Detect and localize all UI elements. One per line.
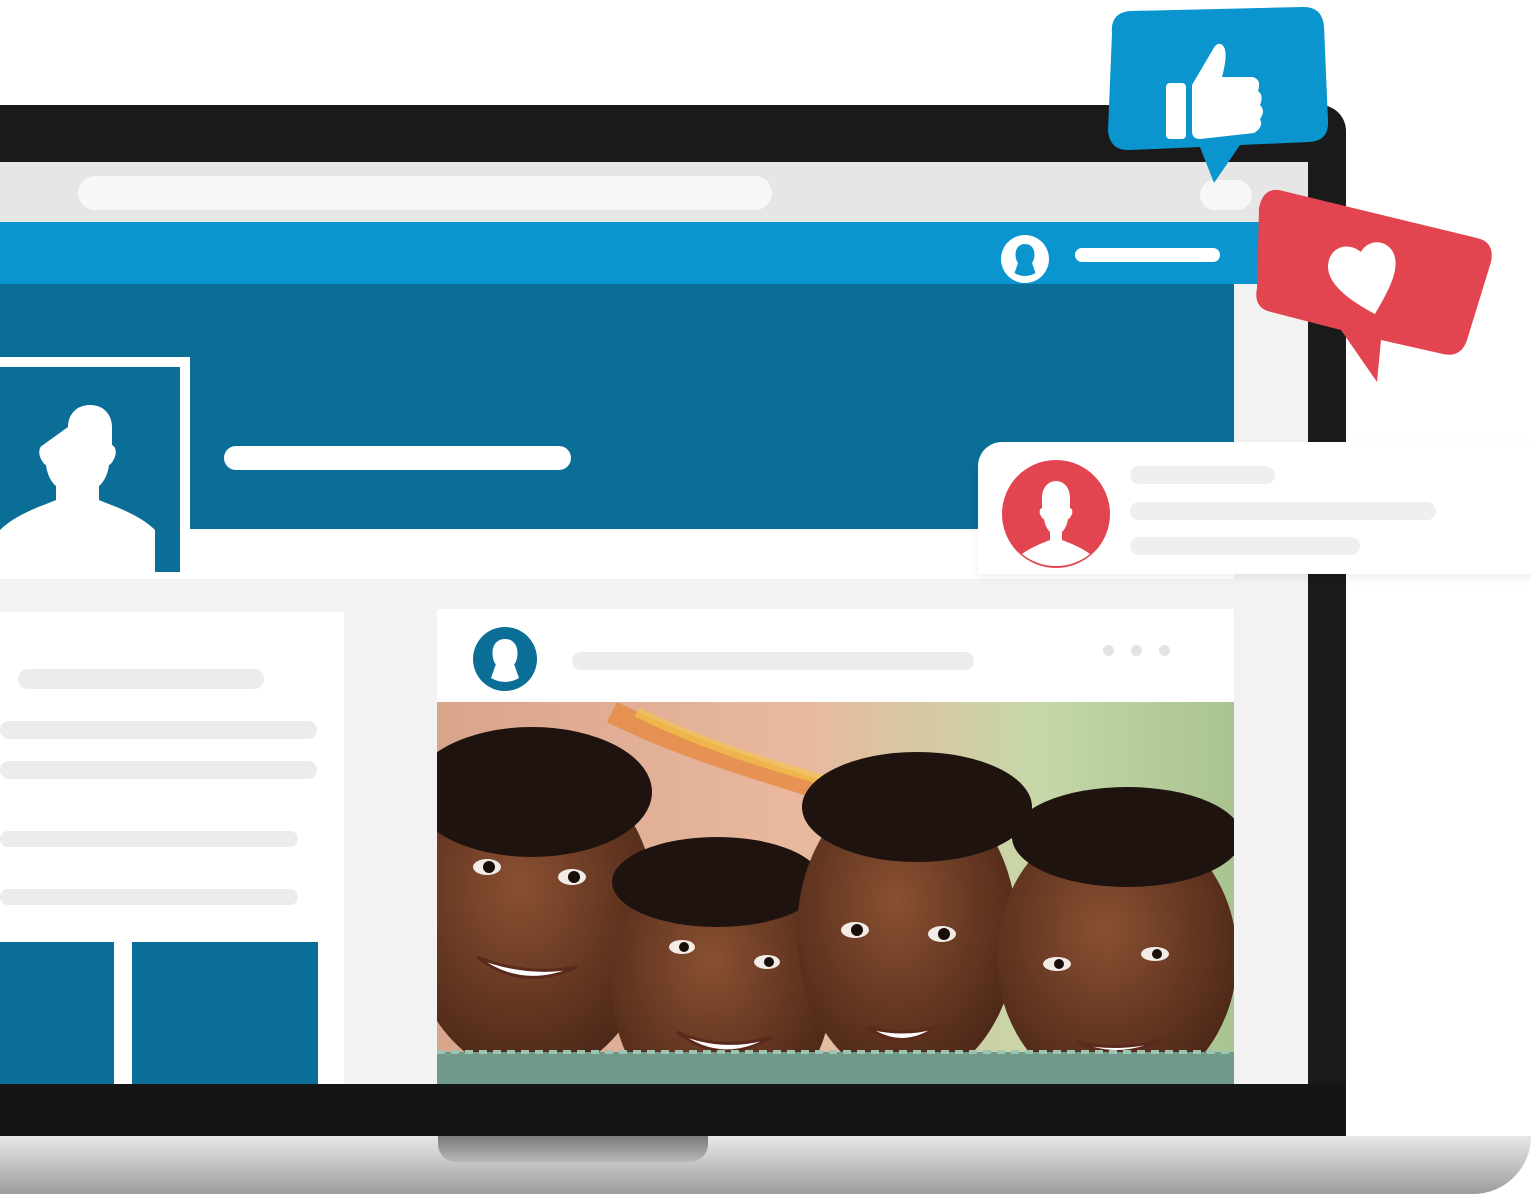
- about-heading-placeholder: [18, 669, 264, 689]
- more-dots-icon[interactable]: [1103, 645, 1114, 656]
- thumbs-up-icon[interactable]: [1090, 5, 1340, 200]
- about-line: [0, 721, 317, 739]
- profile-name-placeholder: [224, 446, 571, 470]
- laptop-base: [0, 1136, 1531, 1194]
- heart-icon[interactable]: [1245, 180, 1500, 385]
- about-line: [0, 889, 298, 905]
- post-photo[interactable]: [437, 702, 1234, 1084]
- about-line: [0, 831, 298, 847]
- notification-line: [1130, 502, 1436, 520]
- address-bar[interactable]: [78, 176, 772, 210]
- person-silhouette-icon: [1002, 460, 1110, 568]
- user-avatar-icon[interactable]: [473, 627, 537, 691]
- notification-line: [1130, 466, 1275, 484]
- notification-card[interactable]: [978, 442, 1531, 574]
- photo-tile[interactable]: [132, 942, 318, 1084]
- user-avatar-icon[interactable]: [1001, 235, 1049, 283]
- laptop-chin: [0, 1084, 1346, 1140]
- about-line: [0, 761, 317, 779]
- more-dots-icon[interactable]: [1131, 645, 1142, 656]
- post-card: [437, 609, 1234, 1084]
- laptop-screen: [0, 162, 1308, 1084]
- about-card: [0, 612, 344, 1084]
- profile-picture[interactable]: [0, 367, 180, 572]
- laptop-opening-notch: [438, 1136, 708, 1162]
- more-dots-icon[interactable]: [1159, 645, 1170, 656]
- nav-username-placeholder[interactable]: [1075, 248, 1220, 262]
- post-author-placeholder: [572, 652, 974, 670]
- notification-line: [1130, 537, 1360, 555]
- person-silhouette-icon: [0, 405, 155, 572]
- photo-tile[interactable]: [0, 942, 114, 1084]
- site-navbar: [0, 222, 1308, 284]
